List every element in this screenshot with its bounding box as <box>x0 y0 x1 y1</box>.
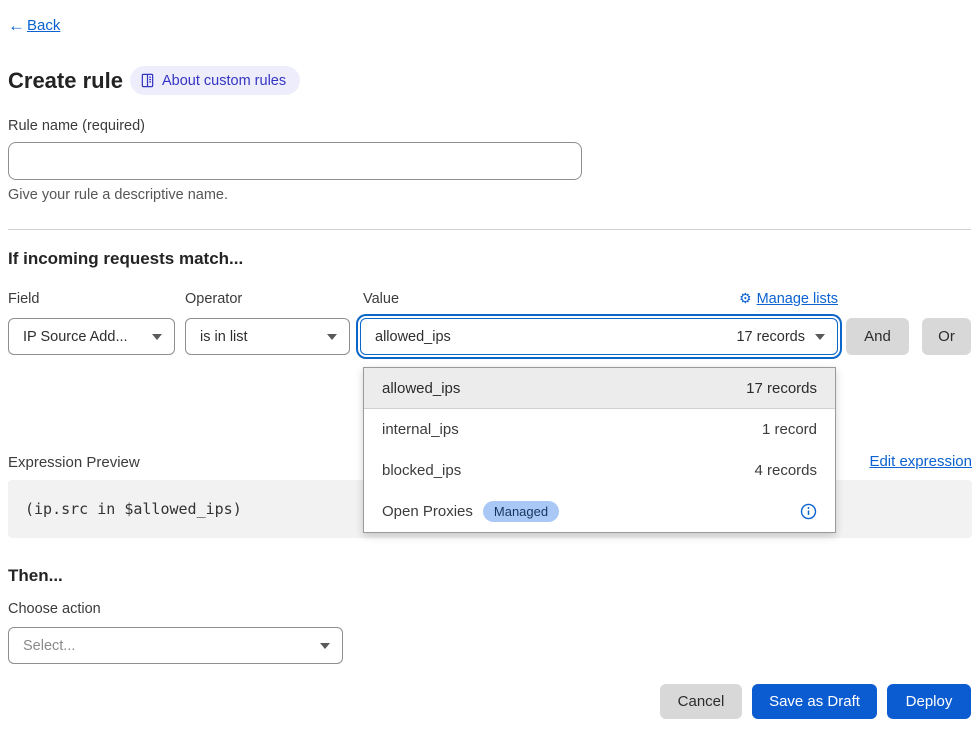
page-title: Create rule <box>8 68 123 94</box>
back-navigation[interactable]: ← Back <box>8 17 60 34</box>
about-custom-rules-label: About custom rules <box>162 73 286 89</box>
and-button[interactable]: And <box>846 318 909 355</box>
operator-label: Operator <box>185 291 242 307</box>
choose-action-label: Choose action <box>8 601 101 617</box>
chevron-down-icon <box>327 334 337 340</box>
edit-expression-link[interactable]: Edit expression <box>869 453 972 470</box>
cancel-button[interactable]: Cancel <box>660 684 742 719</box>
save-as-draft-button[interactable]: Save as Draft <box>752 684 877 719</box>
dropdown-item-open-proxies[interactable]: Open Proxies Managed <box>364 491 835 532</box>
list-name: Open Proxies <box>382 503 473 520</box>
or-button[interactable]: Or <box>922 318 971 355</box>
list-record-count: 17 records <box>746 380 817 397</box>
dropdown-item-internal-ips[interactable]: internal_ips 1 record <box>364 409 835 450</box>
gear-icon: ⚙ <box>739 290 752 307</box>
list-record-count: 4 records <box>754 462 817 479</box>
list-name: allowed_ips <box>382 380 460 397</box>
book-icon <box>140 73 155 88</box>
field-select-value: IP Source Add... <box>23 329 128 345</box>
list-name: internal_ips <box>382 421 459 438</box>
operator-select-value: is in list <box>200 329 248 345</box>
back-arrow-icon: ← <box>8 17 25 34</box>
field-label: Field <box>8 291 39 307</box>
managed-badge: Managed <box>483 501 559 522</box>
value-select[interactable]: allowed_ips 17 records <box>360 318 838 355</box>
info-icon[interactable] <box>800 503 817 520</box>
expression-code: (ip.src in $allowed_ips) <box>25 500 242 518</box>
then-section-heading: Then... <box>8 566 63 586</box>
action-select[interactable]: Select... <box>8 627 343 664</box>
match-section-heading: If incoming requests match... <box>8 249 243 269</box>
value-label: Value <box>363 291 399 307</box>
rule-name-input[interactable] <box>8 142 582 180</box>
section-divider <box>8 229 971 230</box>
expression-preview-label: Expression Preview <box>8 454 140 471</box>
dropdown-item-blocked-ips[interactable]: blocked_ips 4 records <box>364 450 835 491</box>
chevron-down-icon <box>152 334 162 340</box>
deploy-button[interactable]: Deploy <box>887 684 971 719</box>
chevron-down-icon <box>320 643 330 649</box>
action-select-placeholder: Select... <box>23 638 75 654</box>
manage-lists-link[interactable]: ⚙ Manage lists <box>739 290 838 307</box>
list-record-count: 1 record <box>762 421 817 438</box>
chevron-down-icon <box>815 334 825 340</box>
value-dropdown-menu: allowed_ips 17 records internal_ips 1 re… <box>363 367 836 533</box>
field-select[interactable]: IP Source Add... <box>8 318 175 355</box>
about-custom-rules-badge[interactable]: About custom rules <box>130 66 300 95</box>
back-link[interactable]: Back <box>27 17 60 34</box>
rule-name-helper: Give your rule a descriptive name. <box>8 187 228 203</box>
value-select-meta: 17 records <box>736 329 805 345</box>
value-select-name: allowed_ips <box>375 329 451 345</box>
dropdown-item-allowed-ips[interactable]: allowed_ips 17 records <box>364 368 835 409</box>
rule-name-label: Rule name (required) <box>8 118 145 134</box>
manage-lists-label[interactable]: Manage lists <box>757 291 838 307</box>
list-name: blocked_ips <box>382 462 461 479</box>
operator-select[interactable]: is in list <box>185 318 350 355</box>
